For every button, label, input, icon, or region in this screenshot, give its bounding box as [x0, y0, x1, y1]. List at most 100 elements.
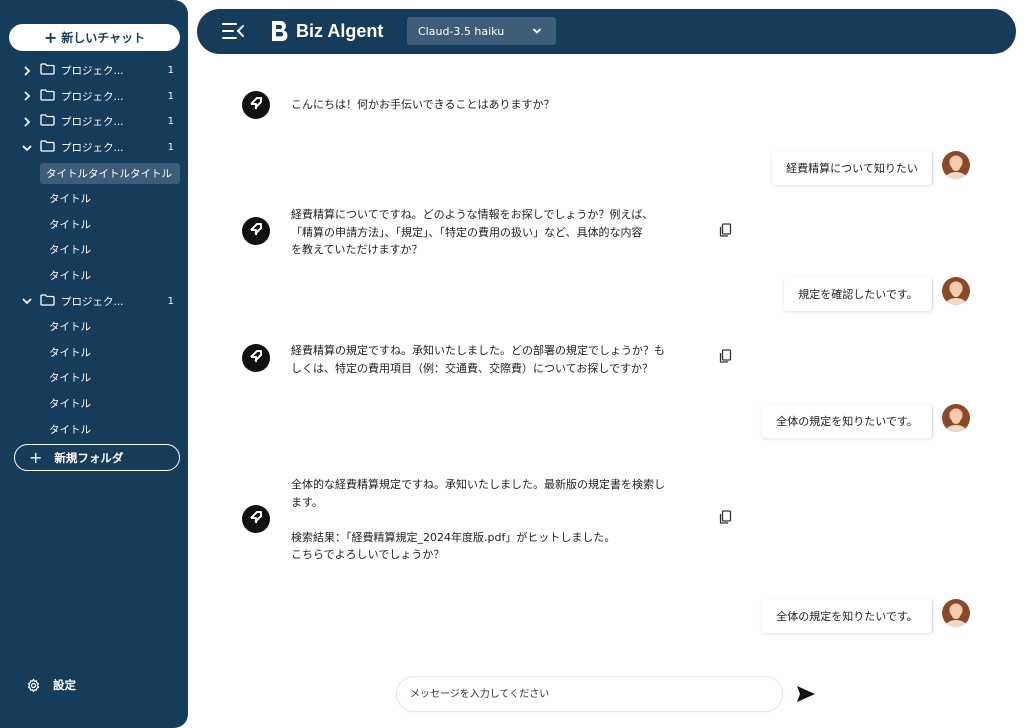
user-avatar	[942, 277, 970, 305]
app-name: Biz Algent	[296, 20, 384, 41]
bot-message-line: 「精算の申請方法」、「規定」、「特定の費用の扱い」など、具体的な内容	[291, 225, 643, 239]
chevron-down-icon[interactable]	[22, 296, 34, 306]
copy-icon	[719, 509, 732, 528]
user-message: 全体の規定を知りたいです。	[762, 599, 933, 633]
folder-label: プロジェク...	[61, 116, 124, 129]
sidebar-folder[interactable]: プロジェク... 1	[0, 84, 188, 110]
message-input-wrapper	[396, 676, 783, 712]
sidebar-chat-item[interactable]: タイトル	[0, 314, 188, 340]
user-message-text: 規定を確認したいです。	[798, 288, 918, 301]
plus-icon: +	[43, 27, 58, 47]
chat-item-label: タイトル	[49, 398, 91, 411]
chevron-right-icon[interactable]	[22, 117, 34, 127]
chat-item-label: タイトル	[49, 244, 91, 257]
bot-message-line: 経費精算の規定ですね。承知いたしました。どの部署の規定でしょうか？も	[291, 344, 665, 357]
folder-count: 1	[167, 295, 174, 307]
sidebar-chat-item[interactable]: タイトル	[0, 391, 188, 417]
sidebar-chat-item[interactable]: タイトル	[0, 416, 188, 442]
logo-icon	[272, 21, 288, 42]
copy-button[interactable]	[716, 509, 734, 527]
bot-message: こんにちは！何かお手伝いできることはありますか？	[291, 96, 683, 114]
folder-label: プロジェク...	[61, 295, 124, 308]
user-message-text: 全体の規定を知りたいです。	[776, 415, 918, 428]
sidebar-chat-item[interactable]: タイトル	[0, 365, 188, 391]
app-logo: Biz Algent	[270, 20, 383, 42]
chat-item-label: タイトル	[49, 218, 91, 231]
chat-item-label: タイトル	[49, 321, 91, 334]
chevron-right-icon[interactable]	[22, 91, 34, 101]
copy-button[interactable]	[716, 348, 734, 366]
sidebar-folder[interactable]: プロジェク... 1	[0, 135, 188, 161]
avatar-face	[951, 158, 961, 171]
copy-icon	[719, 222, 732, 241]
user-message-text: 全体の規定を知りたいです。	[776, 610, 918, 623]
bot-avatar	[242, 344, 270, 372]
user-message: 規定を確認したいです。	[784, 277, 933, 311]
bot-avatar	[242, 91, 270, 119]
sidebar: + 新しいチャット プロジェク... 1 プロジェク... 1 プロジェク... 1 プロジ…	[0, 0, 188, 728]
sidebar-chat-item[interactable]: タイトル	[0, 237, 188, 263]
sidebar-chat-item[interactable]: タイトルタイトルタイトル	[0, 160, 188, 186]
sidebar-chat-item[interactable]: タイトル	[0, 212, 188, 238]
chat-item-label: タイトル	[49, 423, 91, 436]
avatar-face	[951, 411, 961, 424]
model-select[interactable]: Claud-3.5 haiku	[407, 17, 556, 45]
sidebar-folder[interactable]: プロジェク... 1	[0, 109, 188, 135]
sidebar-chat-item[interactable]: タイトル	[0, 186, 188, 212]
model-select-value: Claud-3.5 haiku	[418, 24, 505, 38]
sidebar-folder[interactable]: プロジェク... 1	[0, 288, 188, 314]
sidebar-chat-item[interactable]: タイトル	[0, 340, 188, 366]
chat-item-label: タイトル	[49, 346, 91, 359]
bot-message-line: を教えていただけますか？	[291, 243, 423, 256]
folder-icon	[40, 140, 55, 155]
user-avatar	[942, 404, 970, 432]
bot-message-line: 経費精算についてですね。どのような情報をお探しでしょうか？例えば、	[291, 208, 654, 221]
chat-item-label: タイトルタイトルタイトル	[46, 167, 172, 180]
user-avatar	[942, 151, 970, 179]
bot-logo-icon	[248, 348, 264, 368]
chat-item-label: タイトル	[49, 193, 91, 206]
chevron-right-icon[interactable]	[22, 66, 34, 76]
user-message: 経費精算について知りたい	[772, 151, 933, 185]
folder-count: 1	[167, 142, 174, 154]
user-message: 全体の規定を知りたいです。	[762, 404, 933, 438]
folder-icon	[40, 114, 55, 129]
bot-logo-icon	[248, 221, 264, 241]
folder-count: 1	[167, 65, 174, 77]
folder-icon	[40, 293, 55, 309]
chevron-down-icon[interactable]	[22, 143, 34, 153]
message-input[interactable]	[397, 677, 782, 711]
chevron-down-icon	[533, 28, 541, 34]
new-chat-button[interactable]: + 新しいチャット	[9, 24, 180, 51]
folder-count: 1	[167, 116, 174, 128]
folder-icon	[40, 63, 55, 78]
avatar-shoulders	[946, 172, 966, 179]
plus-icon: +	[29, 447, 43, 467]
folder-label: プロジェク...	[61, 90, 124, 103]
new-folder-button[interactable]: + 新規フォルダ	[14, 444, 180, 471]
bot-message-line: こちらでよろしいでしょうか？	[291, 548, 445, 561]
user-message-text: 経費精算について知りたい	[786, 162, 918, 175]
bot-message-line: しくは、特定の費用項目（例：交通費、交際費）についてお探しですか？	[291, 361, 654, 375]
project-tree: プロジェク... 1 プロジェク... 1 プロジェク... 1 プロジェク... 1 タイトル…	[0, 58, 188, 442]
folder-label: プロジェク...	[61, 65, 124, 78]
copy-icon	[719, 348, 732, 367]
bot-avatar	[242, 217, 270, 245]
bot-avatar	[242, 505, 270, 533]
avatar-shoulders	[946, 298, 966, 305]
bot-message-line: 全体的な経費精算規定ですね。承知いたしました。最新版の規定書を検索し	[291, 478, 665, 491]
sidebar-folder[interactable]: プロジェク... 1	[0, 58, 188, 84]
copy-button[interactable]	[716, 222, 734, 240]
bot-message: 経費精算についてですね。どのような情報をお探しでしょうか？例えば、 「精算の申請方…	[291, 206, 683, 259]
sidebar-chat-item[interactable]: タイトル	[0, 263, 188, 289]
bot-message-line	[291, 511, 683, 529]
avatar-face	[951, 606, 961, 619]
sidebar-toggle-icon[interactable]	[221, 22, 245, 40]
folder-count: 1	[167, 90, 174, 102]
new-chat-label: 新しいチャット	[61, 31, 146, 45]
avatar-shoulders	[946, 425, 966, 432]
send-icon[interactable]	[796, 685, 816, 703]
avatar-shoulders	[946, 620, 966, 627]
new-folder-label: 新規フォルダ	[54, 450, 124, 465]
settings-button[interactable]: 設定	[26, 677, 76, 693]
